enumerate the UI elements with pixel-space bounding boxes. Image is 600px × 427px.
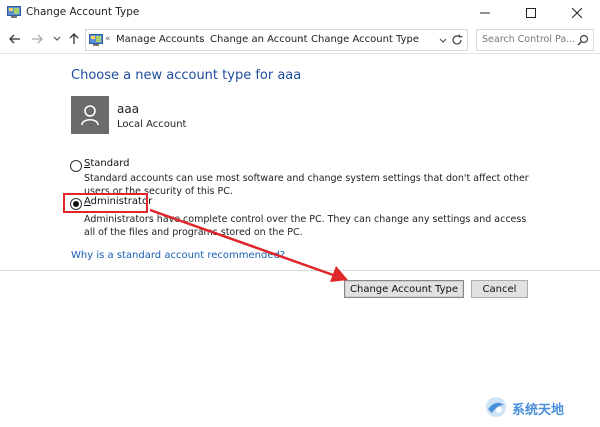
up-button[interactable] (66, 31, 82, 47)
up-arrow-icon (69, 33, 79, 44)
divider (0, 270, 600, 271)
control-panel-icon (7, 6, 21, 18)
search-placeholder: Search Control Pa... (482, 34, 576, 45)
watermark-text: 系统天地 (512, 403, 565, 418)
standard-label[interactable]: Standard (84, 158, 130, 169)
chevron-down-icon (53, 36, 61, 41)
refresh-icon[interactable] (450, 33, 464, 47)
standard-label-text: tandard (90, 158, 130, 169)
close-button[interactable] (554, 0, 600, 26)
window-title: Change Account Type (26, 6, 140, 18)
watermark-logo: 系统天地 (484, 395, 594, 421)
avatar (71, 96, 109, 134)
forward-arrow-icon (32, 34, 43, 44)
cancel-button[interactable]: Cancel (471, 280, 528, 298)
back-button[interactable] (7, 31, 23, 47)
minimize-button[interactable] (462, 0, 508, 26)
close-icon (572, 8, 582, 18)
recent-locations-button[interactable] (49, 31, 65, 47)
address-bar[interactable]: « Manage Accounts › Change an Account › … (85, 29, 468, 51)
minimize-icon (480, 12, 490, 14)
page-heading: Choose a new account type for aaa (71, 68, 302, 83)
account-name: aaa (117, 102, 140, 116)
standard-radio[interactable] (70, 160, 82, 172)
maximize-button[interactable] (508, 0, 554, 26)
address-dropdown-icon[interactable] (439, 36, 447, 44)
user-icon (81, 105, 99, 126)
control-panel-icon (89, 34, 103, 46)
breadcrumb-separator-icon[interactable]: › (300, 35, 303, 44)
title-bar: Change Account Type (0, 0, 600, 26)
overflow-chevron-icon[interactable]: « (105, 34, 111, 44)
account-type: Local Account (117, 119, 187, 130)
search-icon[interactable] (577, 34, 589, 46)
breadcrumb-separator-icon[interactable]: › (199, 35, 202, 44)
navigation-bar: « Manage Accounts › Change an Account › … (0, 26, 600, 54)
back-arrow-icon (9, 34, 20, 44)
help-link[interactable]: Why is a standard account recommended? (71, 250, 285, 261)
breadcrumb-change-account-type[interactable]: Change Account Type (311, 34, 419, 45)
change-account-type-button[interactable]: Change Account Type (344, 280, 464, 298)
breadcrumb-change-an-account[interactable]: Change an Account (210, 34, 308, 45)
breadcrumb-manage-accounts[interactable]: Manage Accounts (116, 34, 205, 45)
logo-icon (486, 397, 506, 417)
search-input[interactable]: Search Control Pa... (476, 29, 594, 51)
standard-description: Standard accounts can use most software … (84, 173, 529, 197)
forward-button[interactable] (29, 31, 45, 47)
highlight-box (63, 193, 148, 213)
maximize-icon (526, 8, 536, 18)
administrator-description: Administrators have complete control ove… (84, 214, 527, 238)
